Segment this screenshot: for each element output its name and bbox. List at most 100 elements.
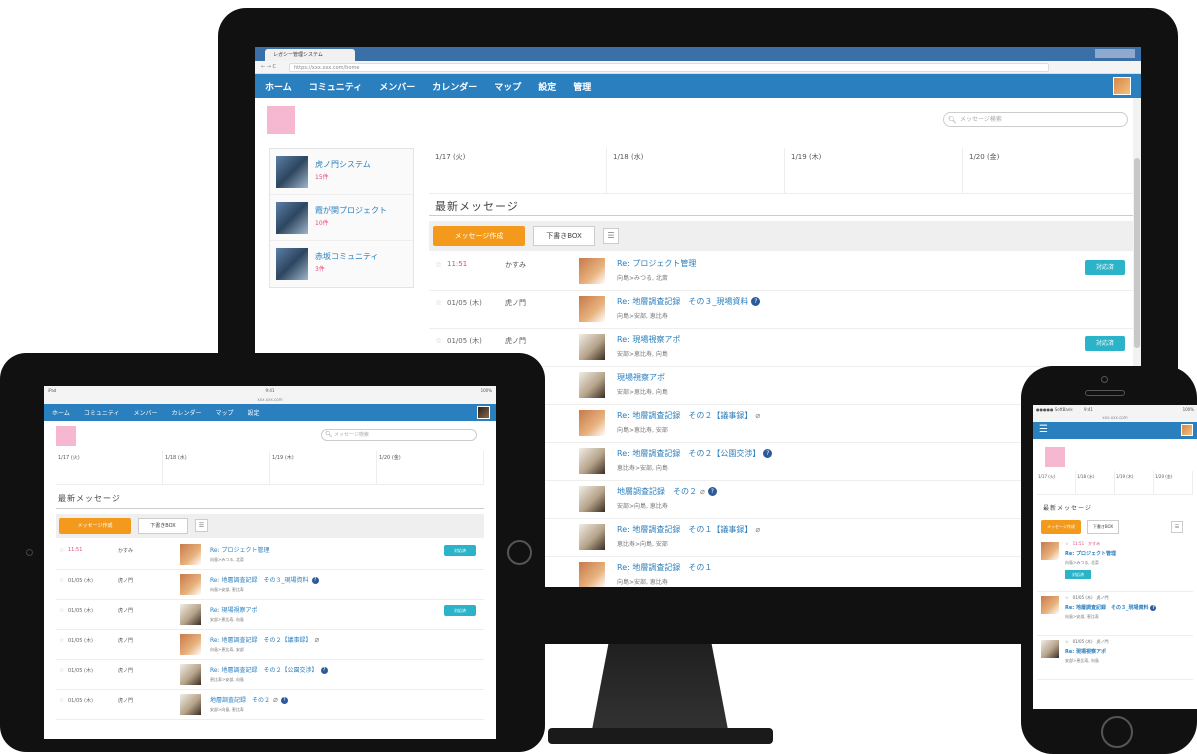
status-badge[interactable]: 対応済 [1085,336,1125,351]
app-logo[interactable] [56,426,76,446]
nav-arrows-icon[interactable]: ← → C [261,64,276,70]
star-icon[interactable]: ☆ [435,298,442,307]
nav-home[interactable]: ホーム [52,408,70,417]
app-logo[interactable] [267,106,295,134]
star-icon[interactable]: ☆ [59,697,64,704]
status-badge[interactable]: 対応済 [1065,570,1091,579]
calendar-day[interactable]: 1/17 (火) [56,451,163,485]
draft-box-button[interactable]: 下書きBOX [138,518,188,534]
url-field[interactable]: xxx.xxx.com [1033,414,1197,422]
calendar-day[interactable]: 1/20 (金) [1154,471,1193,495]
user-avatar[interactable] [1113,77,1131,95]
status-badge[interactable]: 対応済 [444,605,476,616]
message-subject-link[interactable]: Re: 現場視察アポ [1065,648,1106,655]
calendar-day[interactable]: 1/20 (金) [377,451,484,485]
message-row[interactable]: ☆ 01/05 (木) 虎ノ門 Re: 地層調査記録 その２【公園交渉】? 恵比寿>安部… [56,660,484,690]
message-subject-link[interactable]: Re: プロジェクト管理 [1065,550,1116,557]
status-badge[interactable]: 対応済 [444,545,476,556]
user-avatar[interactable] [1181,424,1193,436]
scrollbar-thumb[interactable] [1134,158,1140,348]
calendar-day[interactable]: 1/19 (木) [785,148,963,194]
message-subject-link[interactable]: 現場視察アポ [617,372,665,383]
message-row[interactable]: ☆ 01/05 (木) 虎ノ門 Re: 地層調査記録 その３_現場資料? 向島>安部… [1037,592,1193,636]
nav-settings[interactable]: 設定 [538,80,556,93]
message-subject-link[interactable]: Re: プロジェクト管理 [617,258,696,269]
calendar-day[interactable]: 1/17 (火) [429,148,607,194]
star-icon[interactable]: ☆ [59,547,64,554]
calendar-day[interactable]: 1/18 (水) [607,148,785,194]
message-row[interactable]: ☆ 11:51 かすみ Re: プロジェクト管理 向島>みつる, 北斎 対応済 [56,540,484,570]
compose-message-button[interactable]: メッセージ作成 [59,518,131,534]
message-subject-link[interactable]: Re: 地層調査記録 その２【議事録】 ⌀ [617,410,760,421]
message-row[interactable]: ☆ 01/05 (木) 虎ノ門 Re: 現場視察アポ 安部>恵比寿, 向島 対応済 [56,600,484,630]
monitor-stand-base [548,728,773,744]
nav-settings[interactable]: 設定 [248,408,260,417]
message-row[interactable]: ☆ 01/05 (木) 虎ノ門 地層調査記録 その２ ⌀? 安部>向島, 恵比寿 [56,690,484,720]
draft-box-button[interactable]: 下書きBOX [1087,520,1119,534]
list-view-icon[interactable]: ☰ [603,228,619,244]
message-row[interactable]: ☆ 01/05 (木) 虎ノ門 Re: 地層調査記録 その２【議事録】 ⌀ 向島>恵比寿,… [56,630,484,660]
message-subject-link[interactable]: Re: 地層調査記録 その２【議事録】 ⌀ [210,635,319,644]
nav-community[interactable]: コミュニティ [309,80,362,93]
star-icon[interactable]: ☆ [59,607,64,614]
list-view-icon[interactable]: ☰ [195,519,208,532]
calendar-day[interactable]: 1/19 (木) [1115,471,1154,495]
browser-tab[interactable]: レガシー管理システム [265,49,355,61]
message-subject-link[interactable]: Re: 現場視察アポ [617,334,680,345]
sender-avatar [180,664,201,685]
message-row[interactable]: ☆ 01/05 (木) 虎ノ門 Re: 地層調査記録 その３_現場資料? 向島>安部, … [56,570,484,600]
star-icon[interactable]: ☆ [59,577,64,584]
user-avatar[interactable] [477,406,490,419]
menu-icon[interactable]: ☰ [1039,424,1048,436]
message-row[interactable]: ☆ 11:51 かすみ Re: プロジェクト管理 向島>みつる, 北斎 対応済 [1037,538,1193,592]
nav-map[interactable]: マップ [216,408,234,417]
window-controls[interactable] [1095,49,1135,58]
message-subject-link[interactable]: Re: 地層調査記録 その３_現場資料? [617,296,761,307]
url-field[interactable]: xxx.xxx.com [44,396,496,404]
compose-message-button[interactable]: メッセージ作成 [1041,520,1081,534]
message-subject-link[interactable]: 地層調査記録 その２ ⌀? [210,695,288,704]
nav-calendar[interactable]: カレンダー [171,408,201,417]
star-icon[interactable]: ☆ [59,667,64,674]
message-subject-link[interactable]: Re: 地層調査記録 その１ [617,562,712,573]
list-view-icon[interactable]: ☰ [1171,521,1183,533]
star-icon[interactable]: ☆ [59,637,64,644]
nav-community[interactable]: コミュニティ [84,408,120,417]
nav-members[interactable]: メンバー [379,80,415,93]
nav-members[interactable]: メンバー [133,408,157,417]
sidebar-item-community[interactable]: 虎ノ門システム 15件 [270,149,413,195]
calendar-day[interactable]: 1/18 (水) [1076,471,1115,495]
compose-message-button[interactable]: メッセージ作成 [433,226,525,246]
url-field[interactable]: https://xxx.xxx.com/home [289,63,1049,72]
calendar-day[interactable]: 1/18 (水) [163,451,270,485]
nav-map[interactable]: マップ [494,80,521,93]
app-logo[interactable] [1045,447,1065,467]
search-input[interactable]: 🔍︎ メッセージ検索 [321,429,477,441]
message-subject-link[interactable]: Re: 地層調査記録 その２【公園交渉】? [617,448,773,459]
status-badge[interactable]: 対応済 [1085,260,1125,275]
nav-admin[interactable]: 管理 [573,80,591,93]
message-row[interactable]: ☆ 11:51 かすみ Re: プロジェクト管理 向島>みつる, 北斎 対応済 [429,253,1135,291]
search-input[interactable]: 🔍︎ メッセージ検索 [943,112,1128,127]
sidebar-item-community[interactable]: 赤坂コミュニティ 3件 [270,241,413,287]
nav-home[interactable]: ホーム [265,80,292,93]
message-subject-link[interactable]: Re: 地層調査記録 その３_現場資料? [1065,604,1157,611]
draft-box-button[interactable]: 下書きBOX [533,226,595,246]
message-subject: Re: 地層調査記録 その２【公園交渉】 [210,667,318,674]
calendar-day[interactable]: 1/19 (木) [270,451,377,485]
message-subject-link[interactable]: Re: プロジェクト管理 [210,545,270,554]
star-icon[interactable]: ☆ [435,336,442,345]
star-icon[interactable]: ☆ [435,260,442,269]
message-subject-link[interactable]: Re: 地層調査記録 その２【公園交渉】? [210,665,328,674]
nav-calendar[interactable]: カレンダー [432,80,477,93]
message-subject-link[interactable]: Re: 地層調査記録 その１【議事録】 ⌀ [617,524,760,535]
message-subject: Re: 地層調査記録 その３_現場資料 [617,297,749,306]
calendar-day[interactable]: 1/17 (火) [1037,471,1076,495]
sidebar-item-community[interactable]: 霞が関プロジェクト 10件 [270,195,413,241]
message-row[interactable]: ☆ 01/05 (木) 虎ノ門 Re: 現場視察アポ 安部>恵比寿, 向島 [1037,636,1193,680]
calendar-day[interactable]: 1/20 (金) [963,148,1141,194]
message-row[interactable]: ☆ 01/05 (木) 虎ノ門 Re: 地層調査記録 その３_現場資料? 向島>安部, … [429,291,1135,329]
message-subject-link[interactable]: 地層調査記録 その２ ⌀? [617,486,717,497]
message-subject-link[interactable]: Re: 現場視察アポ [210,605,258,614]
message-subject-link[interactable]: Re: 地層調査記録 その３_現場資料? [210,575,319,584]
